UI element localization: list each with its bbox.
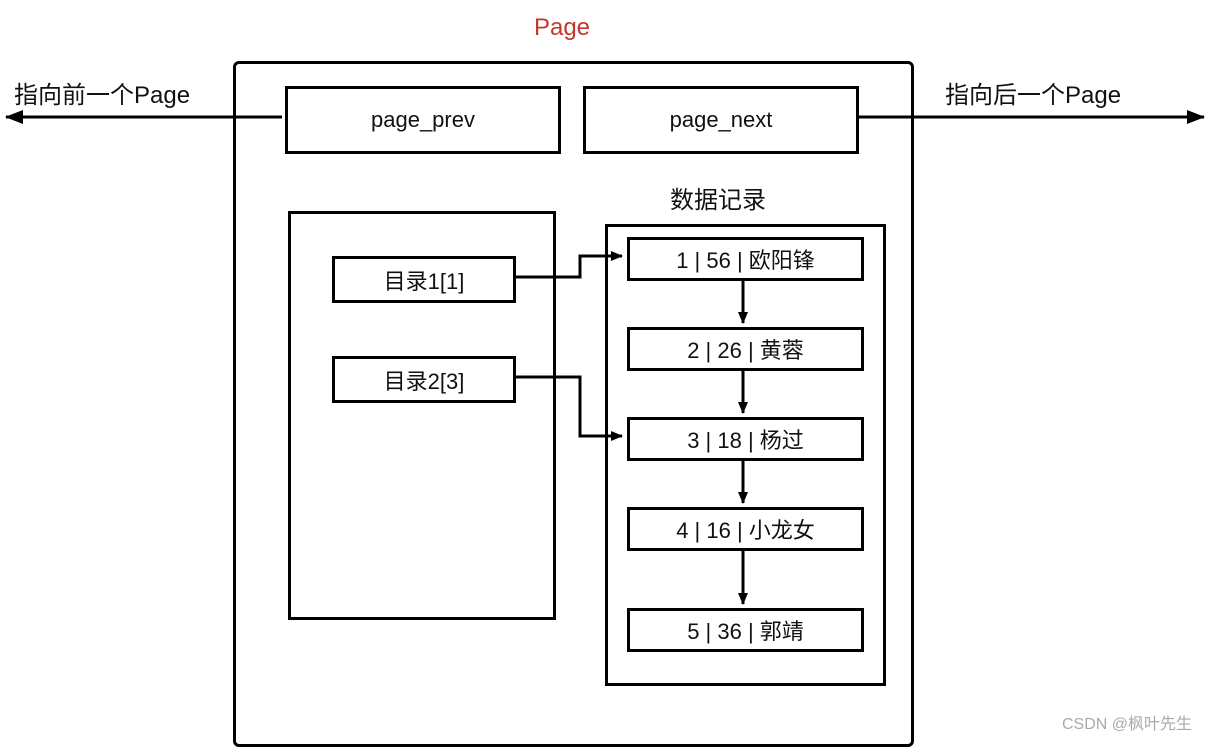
record-row-3: 3 | 18 | 杨过: [627, 417, 864, 461]
record-row-4: 4 | 16 | 小龙女: [627, 507, 864, 551]
records-title: 数据记录: [670, 180, 766, 215]
page-prev-box: page_prev: [285, 86, 561, 154]
prev-arrow-label: 指向前一个Page: [14, 75, 190, 110]
directory-entry-2: 目录2[3]: [332, 356, 516, 403]
page-title: Page: [522, 14, 602, 42]
record-row-2: 2 | 26 | 黄蓉: [627, 327, 864, 371]
directory-entry-1: 目录1[1]: [332, 256, 516, 303]
record-row-5: 5 | 36 | 郭靖: [627, 608, 864, 652]
watermark: CSDN @枫叶先生: [1062, 710, 1192, 734]
record-row-1: 1 | 56 | 欧阳锋: [627, 237, 864, 281]
page-next-box: page_next: [583, 86, 859, 154]
next-arrow-label: 指向后一个Page: [945, 75, 1121, 110]
